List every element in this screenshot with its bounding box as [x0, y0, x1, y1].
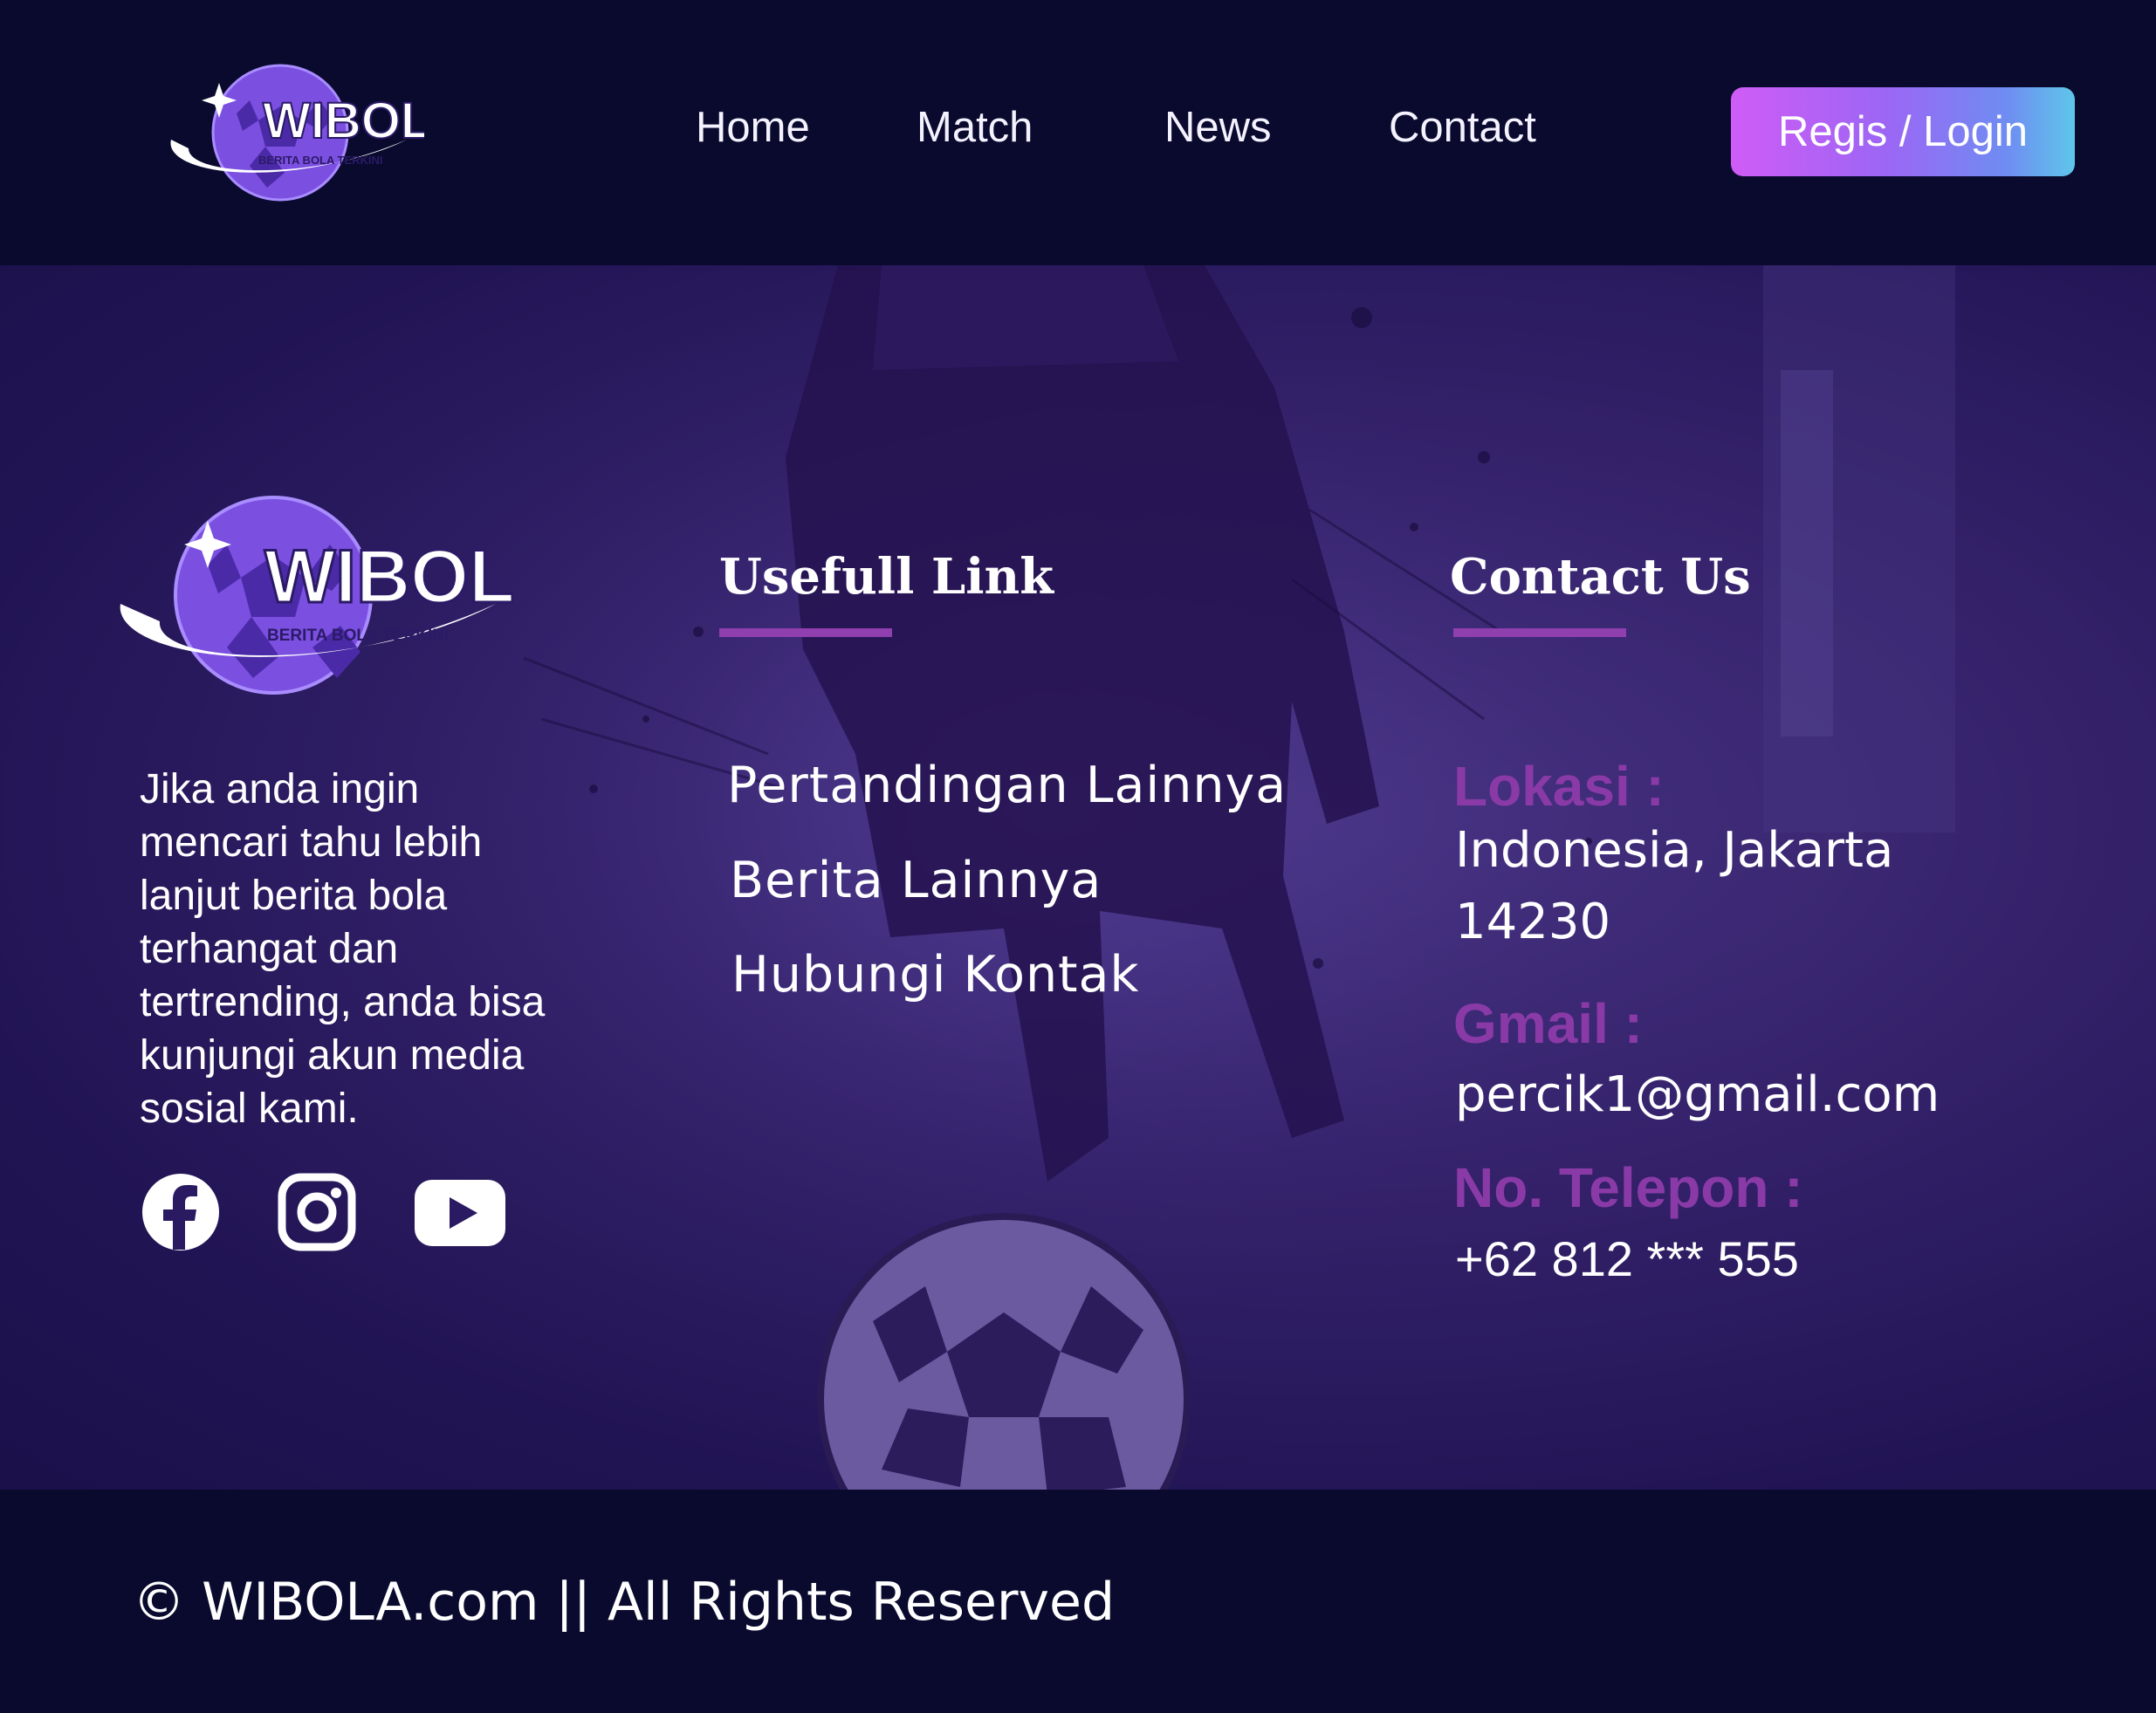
regis-login-button[interactable]: Regis / Login: [1731, 87, 2075, 176]
useful-link-title: Usefull Link: [719, 548, 1054, 606]
phone-label: No. Telepon :: [1453, 1156, 1803, 1219]
gmail-value[interactable]: percik1@gmail.com: [1455, 1059, 1940, 1131]
site-header: WIBOLA BERITA BOLA TERKINI Home Match Ne…: [0, 0, 2156, 265]
copyright-bar: © WIBOLA.com || All Rights Reserved: [0, 1490, 2156, 1713]
instagram-icon[interactable]: [278, 1173, 356, 1251]
phone-value: +62 812 *** 555: [1455, 1231, 1799, 1286]
useful-link-underline: [719, 628, 892, 637]
facebook-icon[interactable]: [141, 1173, 220, 1251]
nav-news[interactable]: News: [1164, 103, 1272, 152]
contact-us-underline: [1453, 628, 1626, 637]
logo-wordmark: WIBOLA: [263, 93, 424, 149]
link-hubungi-kontak[interactable]: Hubungi Kontak: [731, 946, 1139, 1004]
location-label: Lokasi :: [1453, 755, 1665, 818]
link-berita-lainnya[interactable]: Berita Lainnya: [730, 852, 1102, 909]
nav-match[interactable]: Match: [917, 103, 1033, 152]
youtube-icon[interactable]: [415, 1180, 505, 1246]
footer-section: WIBOLA BERITA BOLA TERKINI Jika anda ing…: [0, 265, 2156, 1490]
wibola-logo[interactable]: WIBOLA BERITA BOLA TERKINI: [154, 61, 424, 205]
footer-logo-tagline: BERITA BOLA TERKINI: [267, 627, 449, 645]
footer-logo-wordmark: WIBOLA: [264, 535, 513, 619]
logo-tagline: BERITA BOLA TERKINI: [258, 154, 383, 167]
location-value: Indonesia, Jakarta 14230: [1455, 822, 1894, 950]
contact-us-title: Contact Us: [1450, 548, 1751, 606]
nav-contact[interactable]: Contact: [1389, 103, 1536, 152]
nav-home[interactable]: Home: [696, 103, 810, 152]
copyright-text: © WIBOLA.com || All Rights Reserved: [133, 1572, 1116, 1633]
about-text: Jika anda ingin mencari tahu lebih lanju…: [140, 766, 546, 1132]
gmail-label: Gmail :: [1453, 992, 1643, 1055]
link-pertandingan-lainnya[interactable]: Pertandingan Lainnya: [727, 757, 1287, 814]
footer-wibola-logo: WIBOLA BERITA BOLA TERKINI: [120, 496, 513, 695]
